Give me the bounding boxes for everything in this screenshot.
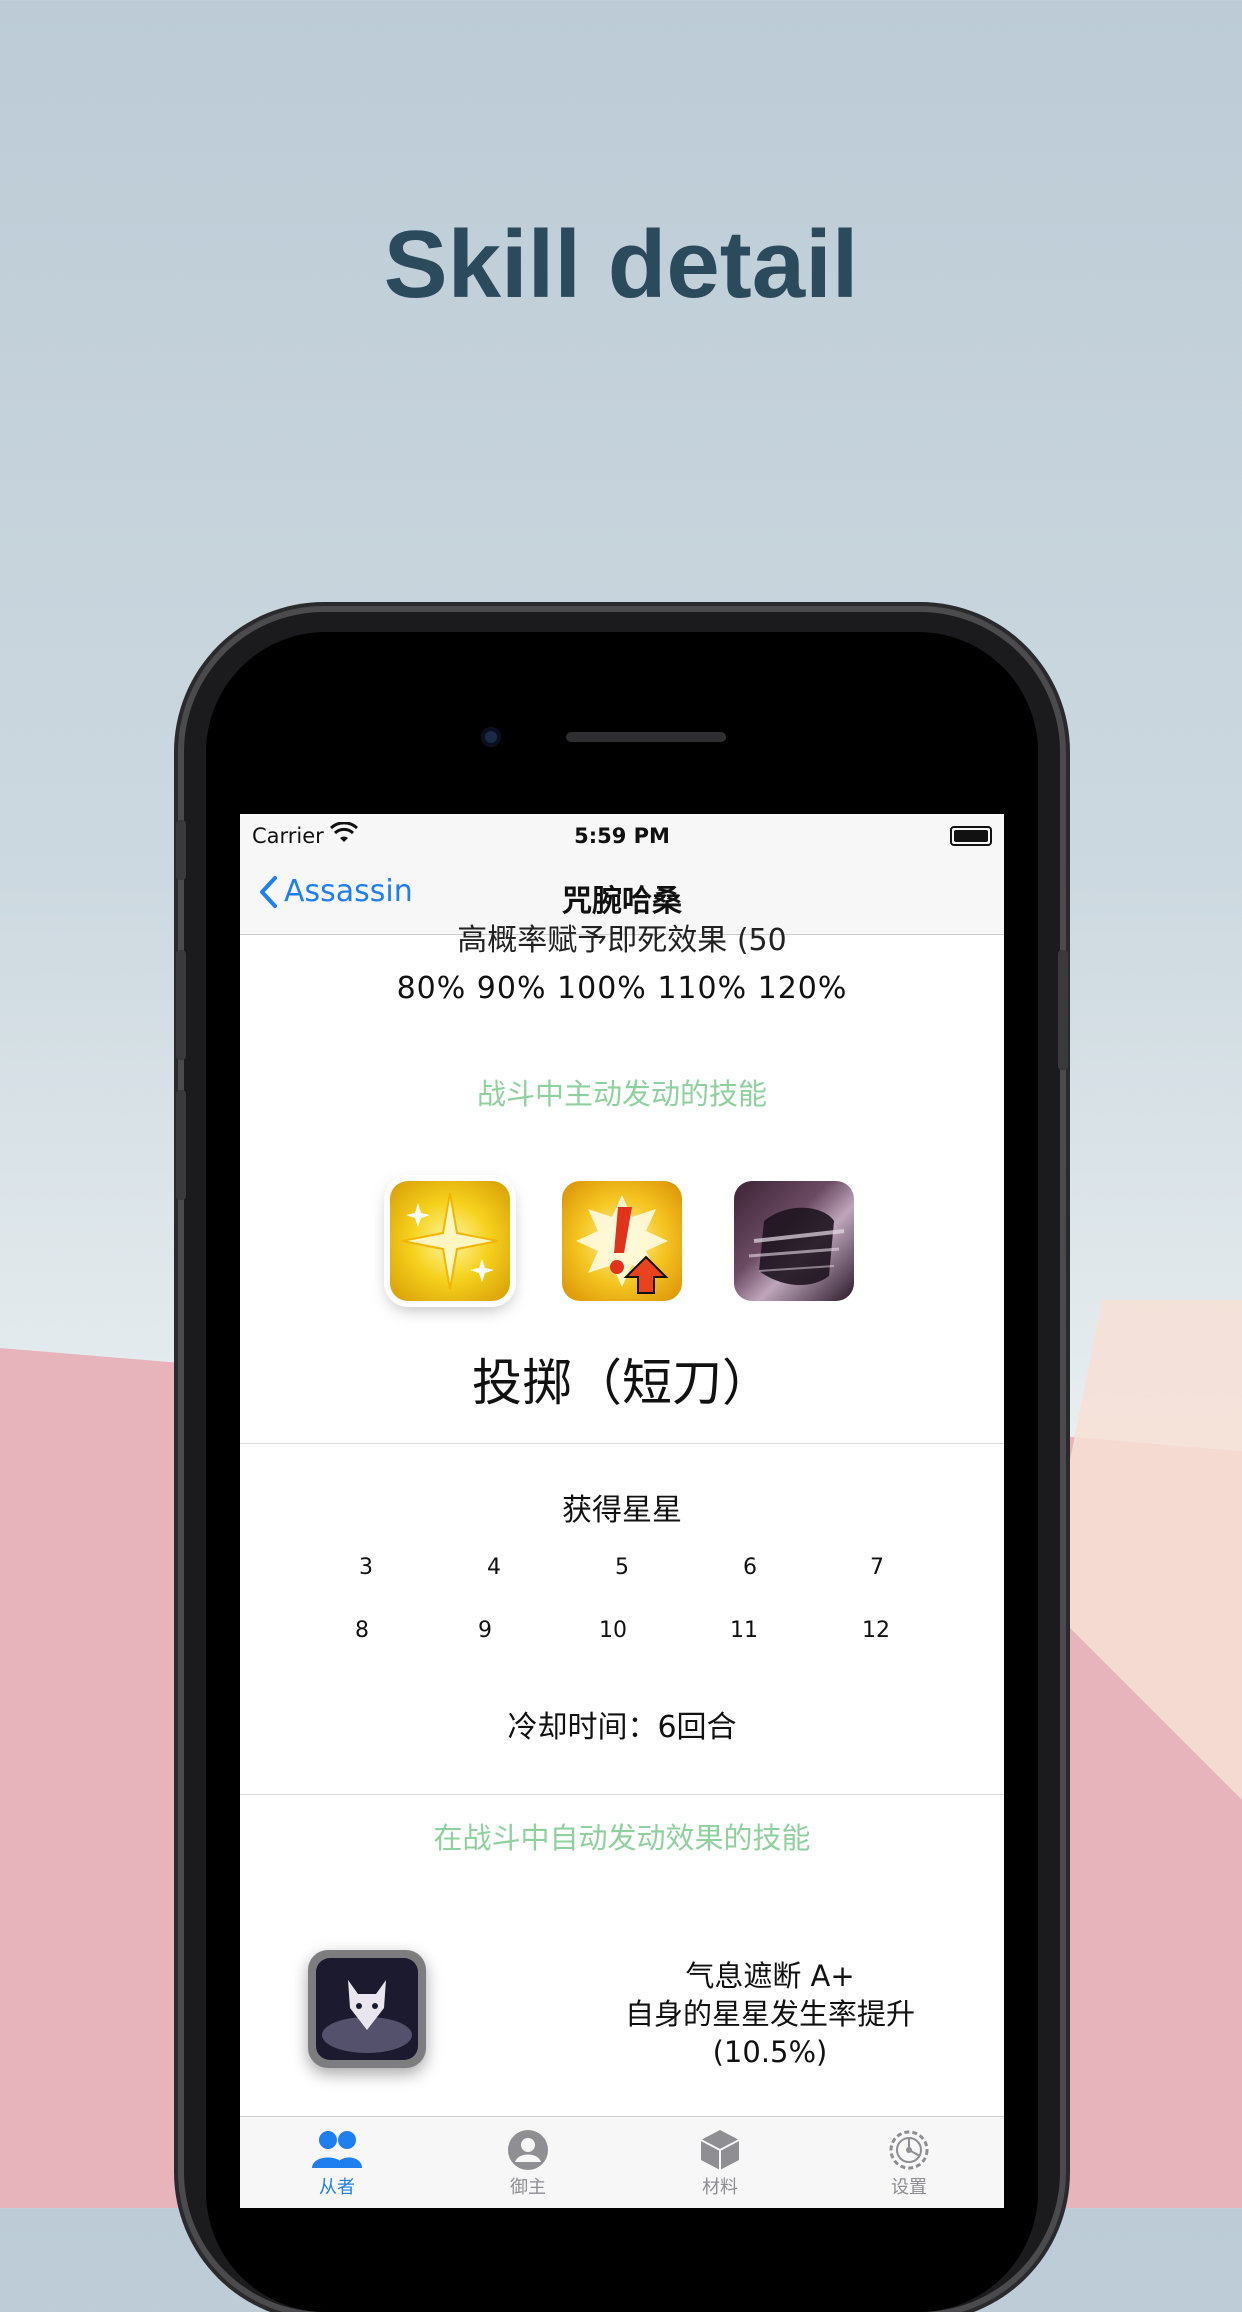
stars-value: 3 (359, 1555, 373, 1580)
page-title: 咒腕哈桑 (562, 884, 682, 919)
stars-value: 5 (615, 1555, 629, 1580)
tab-label: 从者 (319, 2177, 355, 2198)
stars-value: 11 (730, 1618, 758, 1643)
passive-skill-name: 气息遮断 A+ (685, 1959, 855, 1993)
mute-switch (176, 820, 186, 880)
passive-skills-title: 在战斗中自动发动效果的技能 (433, 1821, 811, 1855)
promo-headline: Skill detail (383, 211, 859, 318)
tab-materials[interactable]: 材料 (660, 2127, 780, 2199)
tab-bar: 从者 御主 材料 设置 (240, 2116, 1004, 2208)
cloak-skill-icon[interactable] (734, 1181, 854, 1301)
gear-icon (849, 2127, 969, 2173)
sparkle-skill-icon[interactable] (390, 1181, 510, 1301)
tab-label: 御主 (510, 2177, 546, 2198)
box-icon (660, 2127, 780, 2173)
passive-skill-text: 气息遮断 A+ 自身的星星发生率提升 (10.5%) (570, 1957, 970, 2071)
alert-up-skill-icon[interactable] (562, 1181, 682, 1301)
earpiece-speaker (566, 732, 726, 742)
tab-label: 设置 (891, 2177, 927, 2198)
passive-skill-effect: 自身的星星发生率提升 (624, 1997, 915, 2031)
app-screen: Carrier 5:59 PM Assassin 咒腕哈桑 高概率赋予即死效果 … (240, 814, 1004, 2208)
tab-master[interactable]: 御主 (468, 2127, 588, 2199)
tab-servants[interactable]: 从者 (277, 2127, 397, 2199)
active-skills-title: 战斗中主动发动的技能 (476, 1077, 767, 1111)
stars-value: 9 (478, 1618, 492, 1643)
selected-skill-name: 投掷（短刀） (472, 1354, 772, 1412)
divider (240, 1794, 1004, 1795)
effect-percentages: 80% 90% 100% 110% 120% (396, 971, 848, 1006)
passive-skill-value: (10.5%) (712, 2035, 828, 2069)
power-button (1058, 950, 1068, 1070)
person-circle-icon (468, 2127, 588, 2173)
volume-down-button (176, 1090, 186, 1200)
status-bar: Carrier 5:59 PM (240, 814, 1004, 856)
tab-settings[interactable]: 设置 (849, 2127, 969, 2199)
front-camera (481, 727, 501, 747)
stars-value: 6 (743, 1555, 757, 1580)
stars-value: 4 (487, 1555, 501, 1580)
passive-skill-icon[interactable] (308, 1950, 426, 2068)
divider (240, 1443, 1004, 1444)
stars-value: 12 (862, 1618, 890, 1643)
truncated-effect-text: 高概率赋予即死效果 (50 (457, 923, 787, 958)
volume-up-button (176, 950, 186, 1060)
active-skill-icons (240, 1181, 1004, 1311)
battery-icon (950, 826, 992, 846)
stars-value: 10 (599, 1618, 627, 1643)
stars-value: 7 (870, 1555, 884, 1580)
cooldown-text: 冷却时间：6回合 (507, 1710, 737, 1745)
stars-value: 8 (355, 1618, 369, 1643)
tab-label: 材料 (702, 2177, 738, 2198)
people-icon (277, 2127, 397, 2173)
status-time: 5:59 PM (574, 824, 670, 848)
stars-title: 获得星星 (562, 1493, 682, 1528)
